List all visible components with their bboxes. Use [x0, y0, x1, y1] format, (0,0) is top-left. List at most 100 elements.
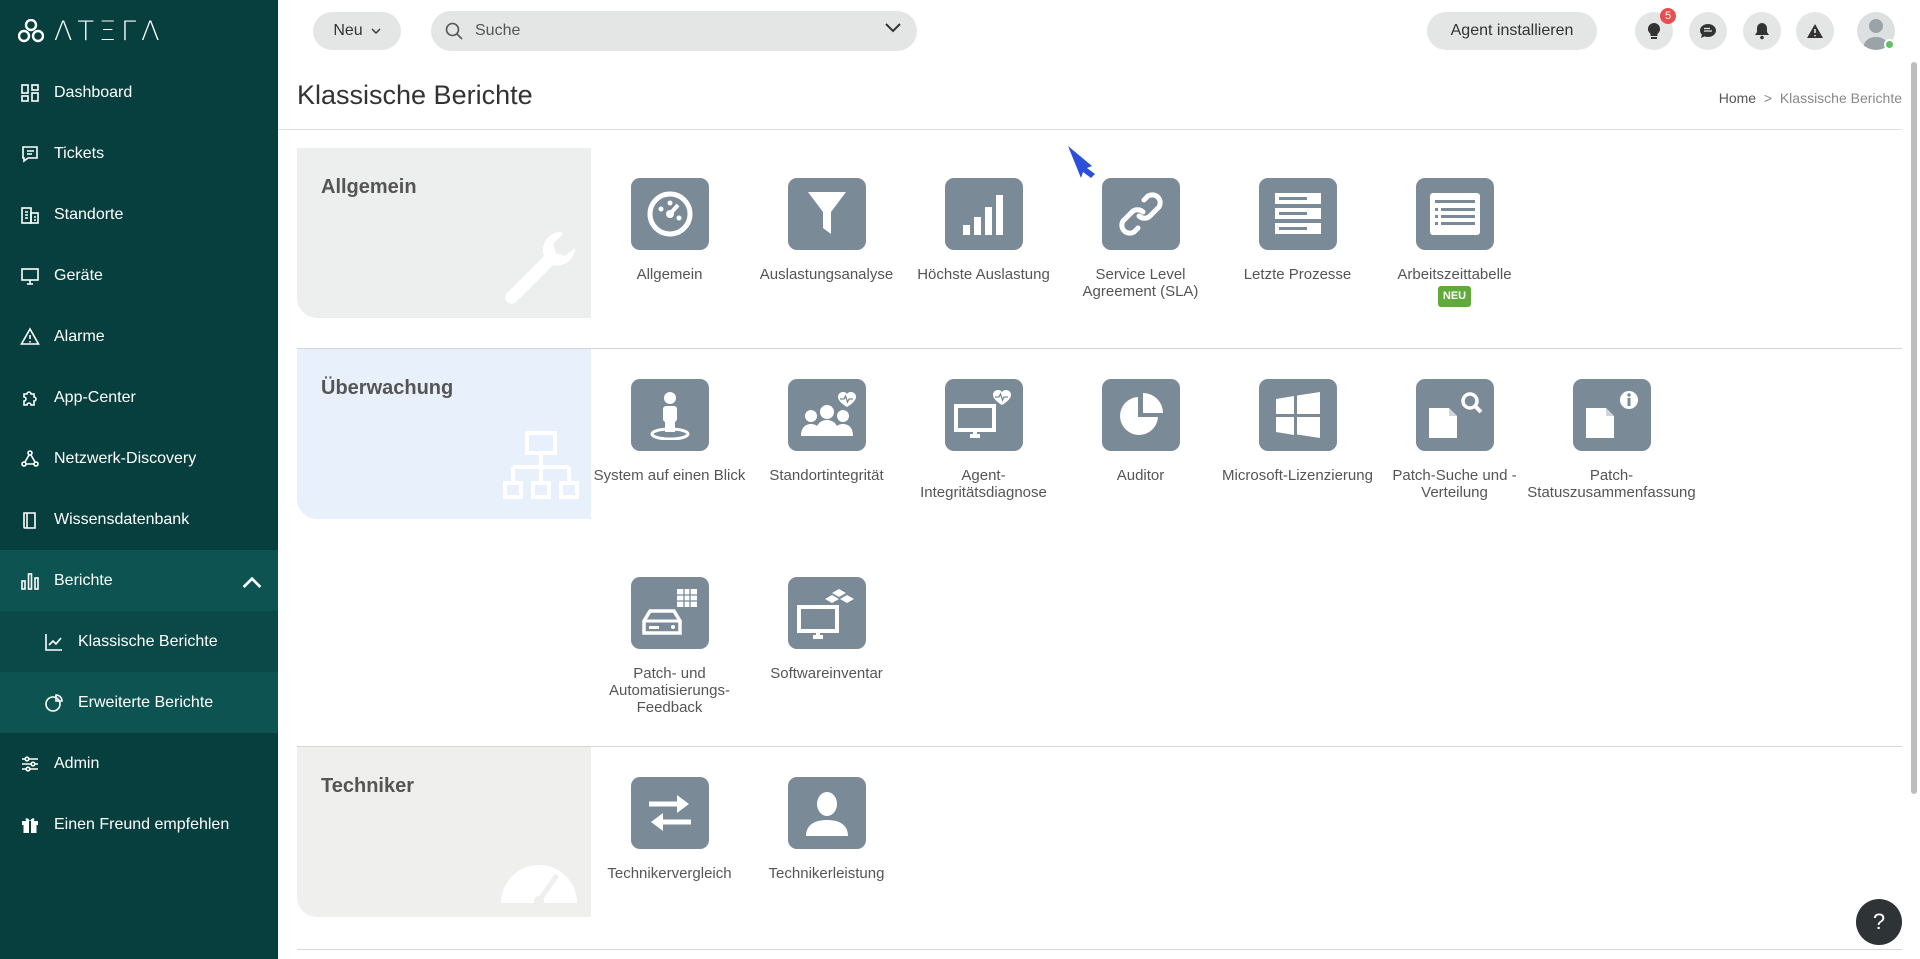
breadcrumb-current: Klassische Berichte	[1779, 90, 1902, 106]
tile-label: Patch-Suche und -Verteilung	[1392, 467, 1517, 501]
section-title: Allgemein	[321, 176, 417, 198]
report-tile-system-auf-einen-blick[interactable]: System auf einen Blick	[591, 349, 748, 536]
sidebar-item-klassische-berichte[interactable]: Klassische Berichte	[0, 611, 278, 672]
install-agent-button[interactable]: Agent installieren	[1427, 12, 1597, 50]
tile-label: Service Level Agreement (SLA)	[1082, 266, 1199, 300]
section-techniker: Techniker Technikervergleich Technikerle…	[297, 747, 1902, 950]
monitor-icon	[21, 267, 39, 285]
sidebar-item-geraete[interactable]: Geräte	[0, 245, 278, 306]
search-input[interactable]: Suche	[475, 22, 520, 40]
report-tile-auditor[interactable]: Auditor	[1062, 349, 1219, 536]
sidebar-item-label: App-Center	[54, 388, 136, 406]
report-tile-technikervergleich[interactable]: Technikervergleich	[591, 747, 748, 949]
sidebar-item-wissensdatenbank[interactable]: Wissensdatenbank	[0, 489, 278, 550]
notification-count-badge: 5	[1660, 8, 1676, 24]
new-button-label: Neu	[333, 22, 363, 39]
sidebar-item-label: Tickets	[54, 144, 105, 162]
report-tile-patch-suche[interactable]: Patch-Suche und -Verteilung	[1376, 349, 1533, 536]
tile-label: Höchste Auslastung	[917, 266, 1050, 283]
report-tile-patch-statuszusammenfassung[interactable]: Patch-Statuszusammenfassung	[1527, 349, 1696, 536]
sidebar-item-label: Admin	[54, 754, 100, 772]
bars-icon	[944, 178, 1023, 250]
report-tile-agent-integritaetsdiagnose[interactable]: Agent-Integritätsdiagnose	[905, 349, 1062, 536]
pie-chart-icon	[45, 693, 63, 712]
sidebar-item-dashboard[interactable]: Dashboard	[0, 62, 278, 123]
sidebar-item-alarme[interactable]: Alarme	[0, 306, 278, 367]
sidebar-item-admin[interactable]: Admin	[0, 733, 278, 794]
tile-label: Softwareinventar	[770, 664, 883, 682]
breadcrumb: Home > Klassische Berichte	[1719, 90, 1902, 106]
online-status-dot	[1884, 39, 1895, 50]
section-header-ueberwachung: Überwachung	[297, 349, 591, 519]
page-title: Klassische Berichte	[297, 80, 533, 110]
ticket-icon	[22, 145, 38, 163]
sidebar: ΛΤΞΓΛ Dashboard Tickets Standorte Geräte…	[0, 0, 278, 959]
building-icon	[21, 206, 39, 224]
report-tile-technikerleistung[interactable]: Technikerleistung	[748, 747, 905, 949]
sidebar-item-label: Dashboard	[54, 83, 133, 101]
chevron-up-icon[interactable]	[242, 572, 262, 592]
report-tile-arbeitszeittabelle[interactable]: Arbeitszeittabelle NEU	[1376, 148, 1533, 348]
pointer-arrow-icon	[1068, 146, 1095, 178]
network-icon	[21, 449, 39, 467]
tile-label: Letzte Prozesse	[1243, 266, 1352, 283]
tiles-allgemein: Allgemein Auslastungsanalyse Höchste Aus…	[591, 148, 1691, 348]
chart-icon	[21, 572, 39, 590]
report-tile-allgemein[interactable]: Allgemein	[591, 148, 748, 348]
sidebar-item-label: Netzwerk-Discovery	[54, 449, 197, 467]
sidebar-item-label: Einen Freund empfehlen	[54, 815, 230, 833]
user-icon	[787, 777, 866, 849]
section-header-techniker: Techniker	[297, 747, 591, 917]
report-tile-softwareinventar[interactable]: Softwareinventar	[748, 567, 905, 747]
tile-label: Arbeitszeittabelle	[1397, 266, 1512, 283]
sidebar-item-erweiterte-berichte[interactable]: Erweiterte Berichte	[0, 672, 278, 733]
sidebar-item-label: Alarme	[54, 327, 105, 345]
sidebar-item-standorte[interactable]: Standorte	[0, 184, 278, 245]
tile-label: Microsoft-Lizenzierung	[1222, 467, 1373, 484]
sidebar-item-freund-empfehlen[interactable]: Einen Freund empfehlen	[0, 794, 278, 855]
pie-icon	[1101, 379, 1180, 451]
ideas-button[interactable]: 5	[1635, 8, 1676, 50]
sidebar-item-app-center[interactable]: App-Center	[0, 367, 278, 428]
vertical-scrollbar[interactable]	[1911, 62, 1917, 794]
monitor-boxes-icon	[787, 576, 866, 649]
chevron-down-icon[interactable]	[885, 23, 901, 33]
sidebar-item-label: Erweiterte Berichte	[78, 693, 214, 711]
help-button[interactable]: ?	[1856, 899, 1902, 945]
atera-logo[interactable]: ΛΤΞΓΛ	[0, 0, 278, 62]
logo-text: ΛΤΞΓΛ	[54, 15, 165, 47]
group-heart-icon	[787, 379, 866, 451]
section-ueberwachung: Überwachung System auf einen Blick Stand…	[297, 349, 1902, 747]
report-tile-patch-automatisierungs-feedback[interactable]: Patch- und Automatisierungs-Feedback	[591, 567, 748, 747]
report-tile-auslastungsanalyse[interactable]: Auslastungsanalyse	[748, 148, 905, 348]
monitor-heart-icon	[944, 379, 1023, 451]
report-tile-hoechste-auslastung[interactable]: Höchste Auslastung	[905, 148, 1062, 348]
section-header-allgemein: Allgemein	[297, 148, 591, 318]
sliders-icon	[22, 755, 38, 772]
report-tile-letzte-prozesse[interactable]: Letzte Prozesse	[1219, 148, 1376, 348]
report-tile-standortintegritaet[interactable]: Standortintegrität	[748, 349, 905, 536]
tile-label: Technikerleistung	[768, 865, 885, 882]
alert-icon	[20, 326, 40, 345]
notifications-button[interactable]	[1743, 12, 1781, 50]
link-icon	[1101, 178, 1180, 250]
warning-icon	[1807, 24, 1823, 38]
breadcrumb-separator: >	[1763, 90, 1773, 106]
new-button[interactable]: Neu	[313, 12, 401, 50]
sidebar-item-label: Klassische Berichte	[78, 632, 218, 650]
tile-label: Auslastungsanalyse	[759, 266, 894, 283]
report-tile-microsoft-lizenzierung[interactable]: Microsoft-Lizenzierung	[1219, 349, 1376, 536]
berichte-submenu: Klassische Berichte Erweiterte Berichte	[0, 611, 278, 733]
network-tree-icon	[503, 431, 579, 499]
sidebar-item-netzwerk-discovery[interactable]: Netzwerk-Discovery	[0, 428, 278, 489]
chat-button[interactable]	[1689, 12, 1727, 50]
sidebar-item-tickets[interactable]: Tickets	[0, 123, 278, 184]
alerts-button[interactable]	[1796, 12, 1834, 50]
swap-icon	[630, 777, 709, 849]
breadcrumb-home[interactable]: Home	[1719, 90, 1756, 106]
doc-info-icon	[1572, 379, 1651, 451]
search-bar[interactable]: Suche	[431, 11, 917, 51]
sidebar-item-berichte[interactable]: Berichte	[0, 550, 278, 611]
tile-label: Allgemein	[636, 266, 703, 283]
doc-search-icon	[1415, 379, 1494, 451]
